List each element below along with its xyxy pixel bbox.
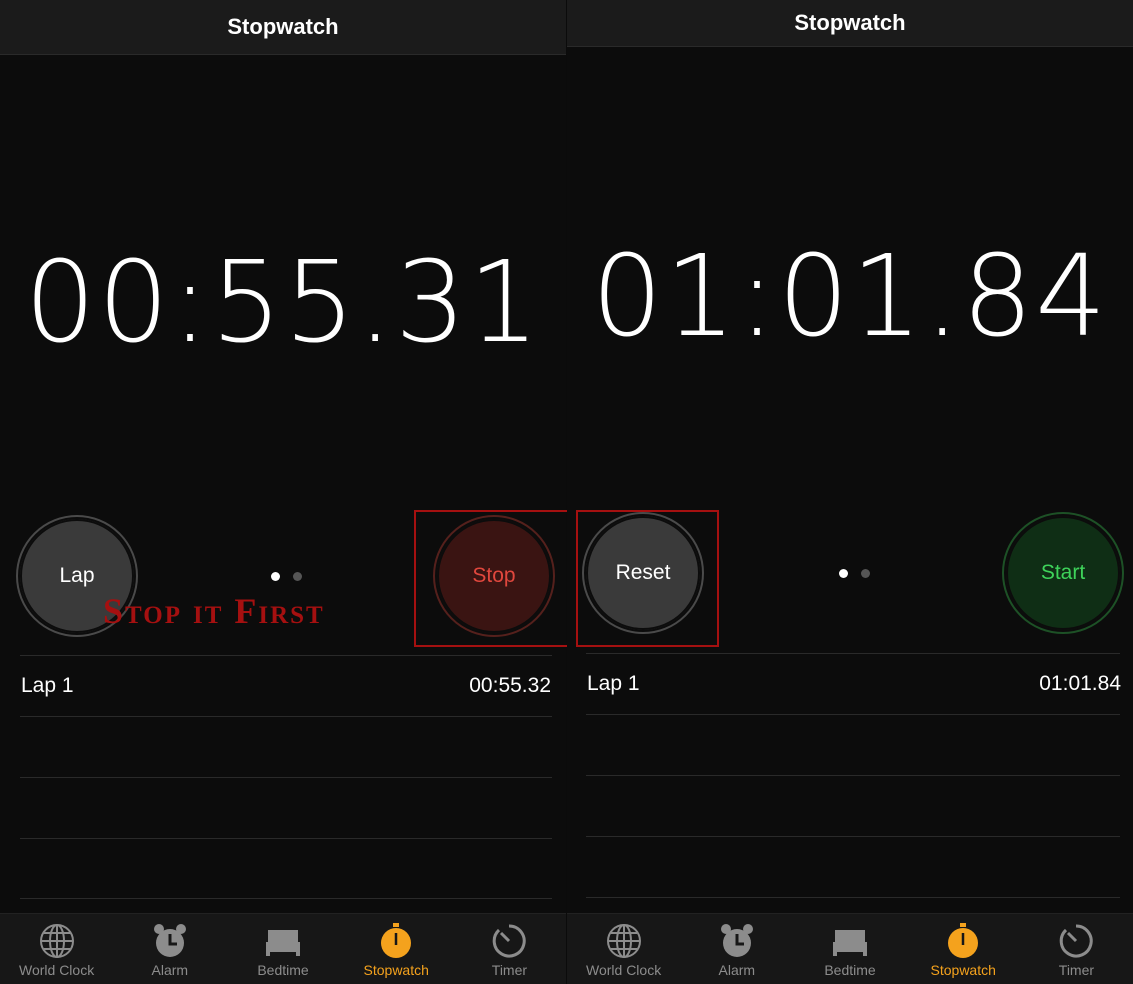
lap-time: 01:01.84 bbox=[1039, 672, 1121, 695]
globe-icon bbox=[606, 924, 641, 958]
divider bbox=[20, 655, 552, 656]
left-stopwatch-screen: Stopwatch 00:55.31 Lap Stop Stop it Firs… bbox=[0, 0, 569, 984]
timer-icon bbox=[1060, 924, 1094, 958]
divider bbox=[20, 838, 552, 839]
highlight-box bbox=[576, 510, 719, 647]
page-dot[interactable] bbox=[861, 569, 870, 578]
nav-title: Stopwatch bbox=[0, 0, 566, 55]
right-stopwatch-screen: Stopwatch 01:01.84 Reset Start Lap 1 01:… bbox=[567, 0, 1133, 984]
lap-time: 00:55.32 bbox=[469, 674, 551, 697]
highlight-box bbox=[414, 510, 569, 647]
tab-alarm[interactable]: Alarm bbox=[680, 914, 793, 984]
globe-icon bbox=[39, 924, 74, 958]
page-dot[interactable] bbox=[293, 572, 302, 581]
tab-timer[interactable]: Timer bbox=[1020, 914, 1133, 984]
tab-timer[interactable]: Timer bbox=[453, 914, 566, 984]
bed-icon bbox=[266, 930, 300, 956]
divider bbox=[586, 775, 1120, 776]
tab-bedtime[interactable]: Bedtime bbox=[226, 914, 339, 984]
page-dot-active[interactable] bbox=[271, 572, 280, 581]
elapsed-time: 00:55.31 bbox=[24, 238, 542, 368]
tab-world-clock[interactable]: World Clock bbox=[0, 914, 113, 984]
bed-icon bbox=[833, 930, 867, 956]
tab-world-clock[interactable]: World Clock bbox=[567, 914, 680, 984]
divider bbox=[586, 897, 1120, 898]
timer-icon bbox=[493, 924, 527, 958]
nav-title: Stopwatch bbox=[567, 0, 1133, 47]
tab-bar: World Clock Alarm Bedtime Stopwatch Time… bbox=[0, 913, 566, 984]
divider bbox=[586, 653, 1120, 654]
tab-stopwatch[interactable]: Stopwatch bbox=[340, 914, 453, 984]
tab-label: World Clock bbox=[586, 962, 662, 978]
divider bbox=[20, 898, 552, 899]
tab-label: Alarm bbox=[151, 962, 189, 978]
divider bbox=[20, 716, 552, 717]
page-dot-active[interactable] bbox=[839, 569, 848, 578]
tab-alarm[interactable]: Alarm bbox=[113, 914, 226, 984]
divider bbox=[20, 777, 552, 778]
tab-bedtime[interactable]: Bedtime bbox=[793, 914, 906, 984]
tab-label: Timer bbox=[1058, 962, 1095, 978]
tab-label: Timer bbox=[491, 962, 528, 978]
alarm-clock-icon bbox=[153, 924, 186, 957]
annotation-text: Stop it First bbox=[103, 591, 325, 631]
stopwatch-icon bbox=[381, 923, 412, 958]
tab-bar: World Clock Alarm Bedtime Stopwatch Time… bbox=[567, 913, 1133, 984]
tab-label: Bedtime bbox=[257, 962, 309, 978]
tab-label: Bedtime bbox=[824, 962, 876, 978]
divider bbox=[586, 714, 1120, 715]
tab-label: Stopwatch bbox=[363, 962, 429, 978]
tab-label: Alarm bbox=[718, 962, 756, 978]
divider bbox=[586, 836, 1120, 837]
tab-label: Stopwatch bbox=[930, 962, 996, 978]
tab-label: World Clock bbox=[19, 962, 95, 978]
lap-label: Lap 1 bbox=[587, 672, 640, 695]
alarm-clock-icon bbox=[720, 924, 753, 957]
stopwatch-icon bbox=[948, 923, 979, 958]
tab-stopwatch[interactable]: Stopwatch bbox=[907, 914, 1020, 984]
elapsed-time: 01:01.84 bbox=[591, 232, 1109, 362]
start-button[interactable]: Start bbox=[1002, 512, 1124, 634]
lap-label: Lap 1 bbox=[21, 674, 74, 697]
